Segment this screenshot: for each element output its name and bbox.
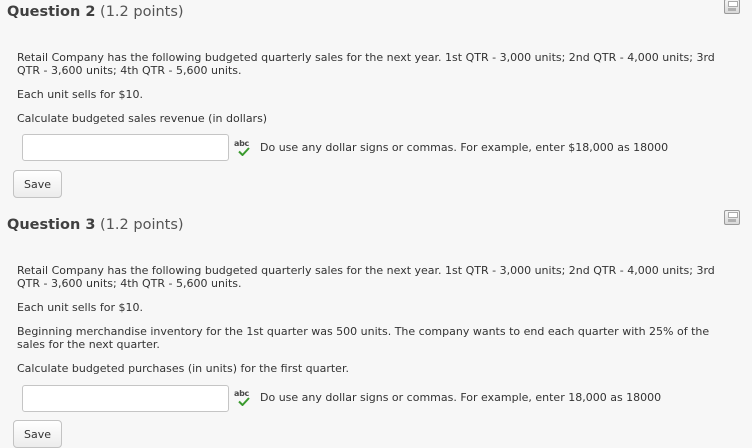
save-icon[interactable] xyxy=(724,210,740,225)
question-text: Each unit sells for $10. xyxy=(17,88,143,101)
question-title: Question 3 xyxy=(7,217,96,233)
spell-check-icon[interactable]: abc xyxy=(234,389,252,408)
question-title: Question 2 xyxy=(7,4,96,20)
save-button[interactable]: Save xyxy=(13,170,62,198)
answer-hint: Do use any dollar signs or commas. For e… xyxy=(260,141,669,154)
answer-hint: Do use any dollar signs or commas. For e… xyxy=(260,391,662,404)
question-header: Question 3 (1.2 points) xyxy=(7,217,184,233)
question-text: Calculate budgeted sales revenue (in dol… xyxy=(17,112,268,125)
question-text: Retail Company has the following budgete… xyxy=(17,264,715,290)
spell-check-icon[interactable]: abc xyxy=(234,139,252,158)
question-text: Each unit sells for $10. xyxy=(17,301,143,314)
checkmark-icon xyxy=(238,397,250,406)
question-text: Calculate budgeted purchases (in units) … xyxy=(17,362,349,375)
answer-input[interactable] xyxy=(22,385,229,412)
save-icon[interactable] xyxy=(724,0,740,14)
question-text: Retail Company has the following budgete… xyxy=(17,51,715,77)
save-button[interactable]: Save xyxy=(13,420,62,448)
question-points: (1.2 points) xyxy=(100,4,184,20)
question-points: (1.2 points) xyxy=(100,217,184,233)
checkmark-icon xyxy=(238,147,250,156)
question-text: Beginning merchandise inventory for the … xyxy=(17,325,710,351)
question-header: Question 2 (1.2 points) xyxy=(7,4,184,20)
answer-input[interactable] xyxy=(22,134,229,161)
